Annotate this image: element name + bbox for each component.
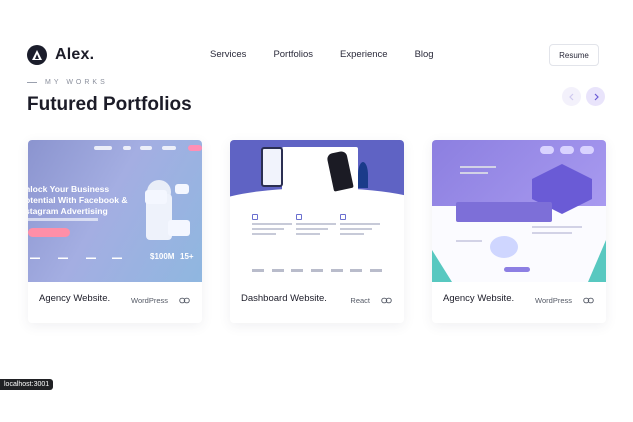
card-tech-tag: WordPress <box>131 296 168 305</box>
thumb-plant <box>358 162 368 188</box>
nav-item-experience[interactable]: Experience <box>340 49 388 60</box>
thumb-hero-line: nlock Your Business <box>28 184 110 194</box>
carousel-next-button[interactable] <box>586 87 605 106</box>
thumb-stat: ▬▬ <box>30 255 40 261</box>
thumb-stat-value: $100M <box>150 252 175 261</box>
thumb-illustration <box>490 236 518 258</box>
section-title: Futured Portfolios <box>27 94 192 115</box>
thumb-hero-line: otential With Facebook & <box>28 195 128 205</box>
thumb-hero-text: nlock Your Business otential With Facebo… <box>28 184 128 217</box>
link-icon[interactable] <box>381 295 392 306</box>
eyebrow-text: MY WORKS <box>45 79 108 86</box>
thumb-feature <box>252 214 292 235</box>
card-tech-tag: React <box>350 296 370 305</box>
thumb-card <box>168 220 190 236</box>
thumb-stat: ▬▬ <box>58 255 68 261</box>
eyebrow-dash <box>27 82 37 83</box>
thumb-cloud <box>580 146 594 154</box>
thumb-phone <box>261 147 283 187</box>
portfolio-thumbnail-agency: nlock Your Business otential With Facebo… <box>28 140 202 282</box>
thumb-feature <box>340 214 380 235</box>
portfolio-card[interactable]: Agency Website. WordPress <box>432 140 606 323</box>
card-footer: Agency Website. WordPress <box>432 282 606 323</box>
thumb-navbar <box>28 140 202 156</box>
thumb-line <box>460 172 488 174</box>
thumb-card <box>145 190 167 204</box>
chevron-left-icon <box>568 93 573 100</box>
link-icon[interactable] <box>179 295 190 306</box>
nav-item-services[interactable]: Services <box>210 49 246 60</box>
carousel-controls <box>562 87 605 106</box>
portfolio-thumbnail-dashboard <box>230 140 404 282</box>
thumb-line <box>532 232 572 234</box>
thumb-card <box>175 184 189 194</box>
brand-name: Alex. <box>55 46 95 63</box>
card-footer: Agency Website. WordPress <box>28 282 202 323</box>
chevron-right-icon <box>594 93 599 100</box>
thumb-line <box>456 240 482 242</box>
thumb-subtext <box>28 218 98 221</box>
carousel-prev-button[interactable] <box>562 87 581 106</box>
thumb-decor <box>588 240 606 282</box>
thumb-cta <box>28 228 70 237</box>
thumb-cloud <box>540 146 554 154</box>
card-title: Agency Website. <box>443 293 515 304</box>
thumb-decor <box>432 250 452 282</box>
thumb-hero-line: stagram Advertising <box>28 206 108 216</box>
nav-item-portfolios[interactable]: Portfolios <box>273 49 313 60</box>
thumb-feature <box>296 214 336 235</box>
thumb-feature-band <box>456 202 552 222</box>
thumb-line <box>460 166 496 168</box>
thumb-logo-strip <box>252 269 382 272</box>
thumb-line <box>532 226 582 228</box>
card-title: Dashboard Website. <box>241 293 327 304</box>
portfolio-page: Alex. Services Portfolios Experience Blo… <box>0 0 633 422</box>
thumb-stat: ▬▬ <box>112 255 122 261</box>
portfolio-card[interactable]: Dashboard Website. React <box>230 140 404 323</box>
card-footer: Dashboard Website. React <box>230 282 404 323</box>
resume-button[interactable]: Resume <box>549 44 599 66</box>
thumb-cloud <box>560 146 574 154</box>
portfolio-thumbnail-agency <box>432 140 606 282</box>
link-icon[interactable] <box>583 295 594 306</box>
status-url: localhost:3001 <box>0 379 54 390</box>
triangle-logo-icon <box>27 45 47 65</box>
section-eyebrow: MY WORKS <box>27 79 108 86</box>
brand-logo[interactable]: Alex. <box>27 45 94 65</box>
nav-item-blog[interactable]: Blog <box>415 49 434 60</box>
card-tech-tag: WordPress <box>535 296 572 305</box>
thumb-stat-value: 15+ <box>180 252 194 261</box>
portfolio-card[interactable]: nlock Your Business otential With Facebo… <box>28 140 202 323</box>
main-nav: Services Portfolios Experience Blog <box>210 49 434 60</box>
thumb-cta <box>504 267 530 272</box>
thumb-stat: ▬▬ <box>86 255 96 261</box>
card-title: Agency Website. <box>39 293 111 304</box>
